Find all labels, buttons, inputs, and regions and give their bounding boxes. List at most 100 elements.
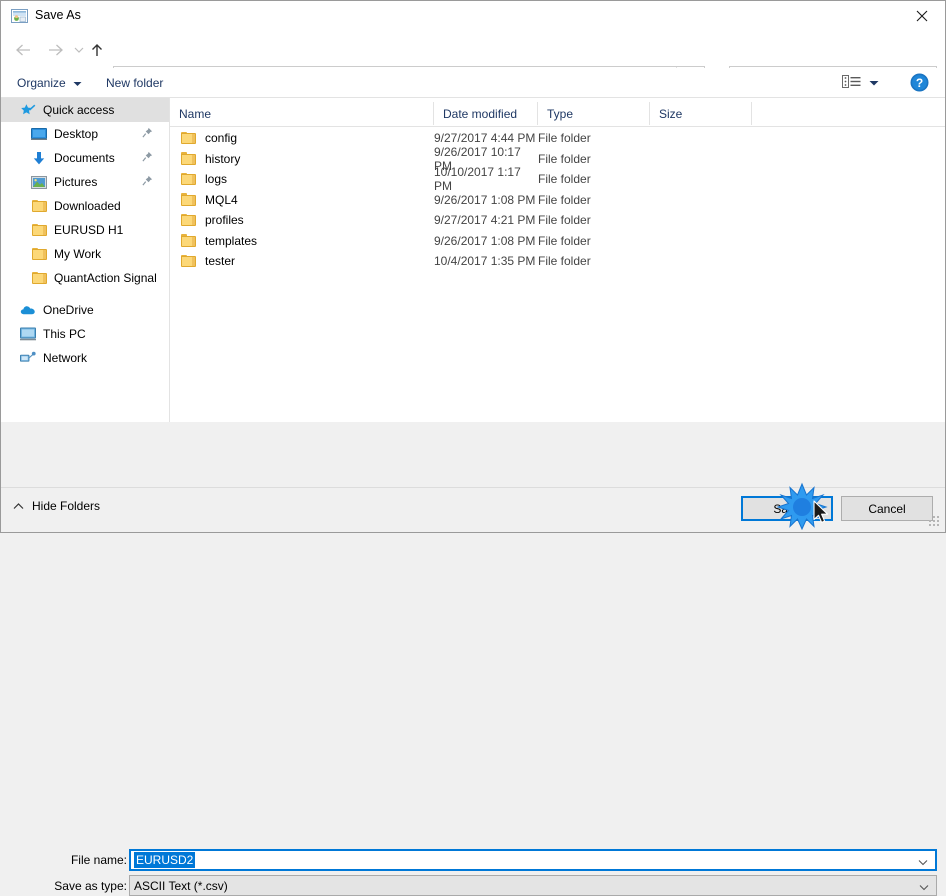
organize-label: Organize [17,75,66,90]
pictures-icon [31,174,47,190]
file-name-label: File name: [70,853,127,867]
file-type: File folder [538,192,591,207]
sidebar-item-documents[interactable]: Documents [1,146,169,170]
organize-button[interactable]: Organize [17,68,82,97]
folder-icon [181,234,196,247]
view-layout-icon[interactable] [842,74,861,92]
window-title: Save As [35,8,81,22]
file-type: File folder [538,151,591,166]
column-header-size[interactable]: Size [650,102,752,125]
sidebar-item-label: Quick access [43,103,115,117]
file-name: config [205,131,238,146]
folder-icon [181,193,196,206]
folder-icon [181,152,196,165]
table-row[interactable]: templates 9/26/2017 1:08 PM File folder [170,231,945,252]
pin-icon[interactable] [142,175,153,189]
pin-icon[interactable] [142,151,153,165]
sidebar-item-label: My Work [54,247,102,261]
sidebar-item-label: Downloaded [54,199,121,213]
cancel-button-label: Cancel [868,501,906,516]
file-name-input[interactable]: EURUSD2 [129,849,937,871]
folder-icon [31,222,47,238]
save-button-label: Save [773,501,801,516]
sidebar-item-label: Desktop [54,127,99,141]
table-row[interactable]: profiles 9/27/2017 4:21 PM File folder [170,210,945,231]
table-row[interactable]: config 9/27/2017 4:44 PM File folder [170,128,945,149]
folder-icon [31,246,47,262]
pin-icon[interactable] [142,127,153,141]
column-header-date-modified[interactable]: Date modified [434,102,538,125]
file-name: logs [205,172,228,187]
sidebar-item-network[interactable]: Network [1,346,169,370]
file-date: 9/26/2017 1:08 PM [434,233,536,248]
command-toolbar: Organize New folder ? [1,68,945,98]
table-row[interactable]: history 9/26/2017 10:17 PM File folder [170,145,945,173]
hide-folders-button[interactable]: Hide Folders [13,499,100,513]
save-as-type-value: ASCII Text (*.csv) [134,878,228,893]
file-date: 9/27/2017 4:21 PM [434,213,536,228]
sidebar-item-desktop[interactable]: Desktop [1,122,169,146]
sidebar-item-my-work[interactable]: My Work [1,242,169,266]
column-header-type[interactable]: Type [538,102,650,125]
chevron-down-icon[interactable] [918,855,928,869]
network-icon [20,350,36,366]
sidebar-item-this-pc[interactable]: This PC [1,322,169,346]
help-icon[interactable]: ? [910,73,929,92]
sidebar-item-label: Network [43,351,88,365]
file-name: tester [205,254,236,269]
thispc-icon [20,326,36,342]
sidebar-item-eurusd-h1[interactable]: EURUSD H1 [1,218,169,242]
file-type: File folder [538,213,591,228]
sidebar-item-pictures[interactable]: Pictures [1,170,169,194]
file-rows: config 9/27/2017 4:44 PM File folder his… [170,128,945,272]
cancel-button[interactable]: Cancel [841,496,933,521]
hide-folders-label: Hide Folders [32,499,101,513]
chevron-up-icon [13,499,24,513]
file-type: File folder [538,233,591,248]
file-type: File folder [538,172,591,187]
chevron-down-icon[interactable] [869,76,879,90]
file-name: MQL4 [205,192,238,207]
chevron-down-icon [73,76,82,90]
sidebar-item-quick-access[interactable]: Quick access [1,98,169,122]
file-date: 9/26/2017 1:08 PM [434,192,536,207]
navigation-bar: « Roaming › MetaQuotes › Terminal › 9155… [1,32,945,91]
onedrive-icon [20,302,36,318]
title-bar: Save As [1,1,945,32]
resize-grip-icon[interactable] [929,516,940,527]
file-date: 10/4/2017 1:35 PM [434,254,536,269]
close-icon[interactable] [899,1,945,31]
table-row[interactable]: MQL4 9/26/2017 1:08 PM File folder [170,190,945,211]
navigation-sidebar[interactable]: Quick access Desktop Documents Pictures … [1,98,169,422]
table-row[interactable]: logs 10/10/2017 1:17 PM File folder [170,165,945,193]
new-folder-button[interactable]: New folder [106,68,163,97]
table-row[interactable]: tester 10/4/2017 1:35 PM File folder [170,251,945,272]
arrow-up-icon[interactable] [85,32,109,68]
arrow-right-icon[interactable] [41,32,69,68]
arrow-left-icon[interactable] [9,32,37,68]
view-options-button[interactable] [842,68,879,97]
save-button[interactable]: Save [741,496,833,521]
sidebar-item-onedrive[interactable]: OneDrive [1,298,169,322]
sidebar-item-label: Pictures [54,175,98,189]
save-as-type-select[interactable]: ASCII Text (*.csv) [129,875,937,896]
folder-icon [31,198,47,214]
file-list-pane[interactable]: Name Date modified Type Size config 9/27… [170,98,945,422]
folder-icon [181,131,196,145]
folder-icon [181,213,196,227]
svg-text:?: ? [916,76,923,90]
column-header-name[interactable]: Name [170,102,434,125]
folder-icon [181,254,196,268]
new-folder-label: New folder [106,75,164,90]
chevron-down-icon[interactable] [919,880,929,894]
save-as-type-label: Save as type: [54,879,127,893]
header-divider [170,126,945,127]
sidebar-item-quantaction-signal[interactable]: QuantAction Signal [1,266,169,290]
folder-icon [181,172,196,186]
folder-icon [31,270,47,286]
column-headers: Name Date modified Type Size [170,102,945,126]
sidebar-item-downloaded[interactable]: Downloaded [1,194,169,218]
file-type: File folder [538,131,591,146]
star-pin-icon [20,102,36,118]
